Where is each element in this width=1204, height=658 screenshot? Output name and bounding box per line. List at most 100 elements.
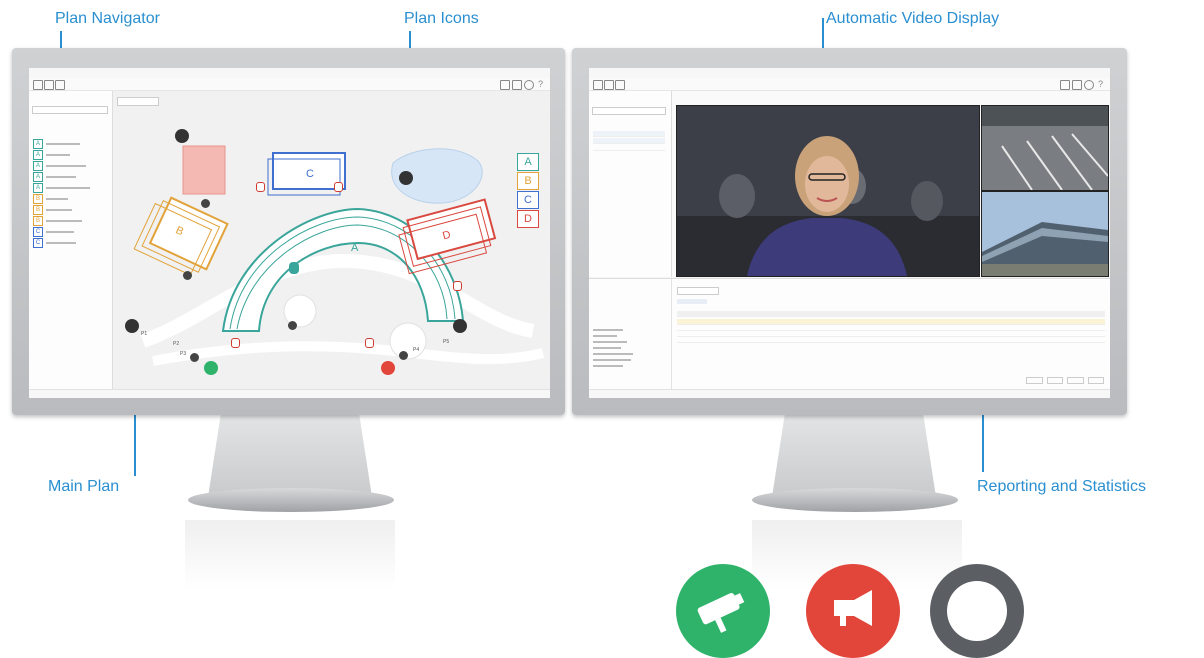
door-icon[interactable] (231, 338, 240, 348)
window-toolbar: ? (589, 78, 1110, 91)
status-bar (29, 389, 550, 398)
callout-automatic-video-display: Automatic Video Display (826, 10, 1000, 27)
camera-icon (676, 564, 770, 658)
svg-text:C: C (306, 168, 314, 180)
document-icon[interactable] (615, 80, 625, 90)
nav-badge: C (33, 226, 43, 237)
building-tag-d[interactable]: D (517, 210, 539, 228)
table-row[interactable] (677, 337, 1105, 343)
nav-item[interactable]: A (33, 138, 80, 149)
grid-icon[interactable] (500, 80, 510, 90)
building-tag-b[interactable]: B (517, 172, 539, 190)
sensor-icon[interactable] (399, 351, 408, 360)
door-icon[interactable] (365, 338, 374, 348)
callout-plan-icons: Plan Icons (404, 10, 479, 27)
nav-badge: B (33, 193, 43, 204)
svg-text:A: A (351, 242, 359, 254)
left-monitor-base (188, 488, 394, 512)
speech-bubble-icon (930, 564, 1024, 658)
nav-item[interactable]: A (33, 171, 76, 182)
video-frame-person (677, 106, 979, 276)
building-tag-a[interactable]: A (517, 153, 539, 171)
parking-label: P1 (141, 331, 148, 337)
camera-filter-input[interactable] (592, 107, 666, 115)
alarm-ok-icon[interactable] (204, 361, 218, 375)
nav-item[interactable]: B (33, 204, 72, 215)
door-icon[interactable] (334, 182, 343, 192)
left-stand-reflection (185, 520, 395, 590)
camera-icon[interactable] (125, 319, 139, 333)
nav-badge: A (33, 171, 43, 182)
nav-badge: A (33, 160, 43, 171)
table-header-row (677, 311, 1105, 317)
main-video-tile[interactable] (676, 105, 980, 277)
chart-icon[interactable] (44, 80, 54, 90)
settings-icon[interactable] (524, 80, 534, 90)
building-tag-c[interactable]: C (517, 191, 539, 209)
nav-badge: C (33, 237, 43, 248)
camera-tree-row[interactable] (593, 131, 665, 137)
nav-item[interactable]: A (33, 182, 90, 193)
camera-icon[interactable] (175, 129, 189, 143)
nav-item[interactable]: C (33, 226, 74, 237)
nav-item[interactable]: B (33, 215, 82, 226)
user-icon[interactable] (512, 80, 522, 90)
megaphone-glyph (834, 590, 872, 626)
callout-main-plan: Main Plan (48, 478, 120, 495)
camera-tree-row[interactable] (593, 145, 665, 151)
building-camera-tile[interactable] (981, 191, 1109, 277)
report-action-buttons[interactable] (1026, 377, 1104, 384)
door-icon[interactable] (256, 182, 265, 192)
parking-camera-tile[interactable] (981, 105, 1109, 191)
nav-badge: B (33, 204, 43, 215)
map-pin-icon[interactable] (33, 80, 43, 90)
callout-plan-navigator: Plan Navigator (55, 10, 160, 27)
door-icon[interactable] (453, 281, 462, 291)
report-filter-sidebar (589, 279, 672, 391)
camera-tree-row[interactable] (593, 138, 665, 144)
access-point-icon[interactable] (289, 262, 299, 274)
nav-item[interactable]: B (33, 193, 68, 204)
megaphone-icon (806, 564, 900, 658)
video-display-area (672, 91, 1110, 277)
window-toolbar: ? (29, 78, 550, 91)
map-pin-icon[interactable] (593, 80, 603, 90)
parking-label: P3 (180, 351, 187, 357)
main-plan-area[interactable]: A B C D P1 P2 P3 P4 P5 A B C D (113, 91, 550, 398)
nav-badge: B (33, 215, 43, 226)
reporting-panel (589, 278, 1110, 391)
sensor-icon[interactable] (288, 321, 297, 330)
help-icon[interactable]: ? (1098, 80, 1106, 89)
sensor-icon[interactable] (201, 199, 210, 208)
help-icon[interactable]: ? (538, 80, 546, 89)
camera-icon[interactable] (453, 319, 467, 333)
nav-item[interactable]: A (33, 160, 86, 171)
nav-badge: A (33, 182, 43, 193)
sensor-icon[interactable] (190, 353, 199, 362)
user-icon[interactable] (1072, 80, 1082, 90)
settings-icon[interactable] (1084, 80, 1094, 90)
chart-icon[interactable] (604, 80, 614, 90)
report-period-select[interactable] (677, 287, 719, 295)
left-monitor-neck (208, 412, 372, 497)
alarm-active-icon[interactable] (381, 361, 395, 375)
nav-item[interactable]: A (33, 149, 70, 160)
video-frame-parking (982, 106, 1108, 190)
parking-label: P4 (413, 347, 420, 353)
parking-label: P5 (443, 339, 450, 345)
plan-navigator-panel: A A A A A B B B C C (29, 91, 113, 398)
right-monitor: ? (572, 48, 1127, 415)
document-icon[interactable] (55, 80, 65, 90)
right-screen: ? (589, 68, 1110, 398)
left-monitor: ? A A A A A B B B C C A B C D P1 P2 P3 P… (12, 48, 565, 415)
report-section-header[interactable] (677, 299, 707, 304)
status-bar (589, 389, 1110, 398)
navigator-search-input[interactable] (32, 106, 108, 114)
callout-reporting-and-statistics: Reporting and Statistics (977, 478, 1146, 495)
nav-item[interactable]: C (33, 237, 76, 248)
camera-icon[interactable] (399, 171, 413, 185)
sensor-icon[interactable] (183, 271, 192, 280)
left-screen: ? A A A A A B B B C C A B C D P1 P2 P3 P… (29, 68, 550, 398)
camera-glyph (697, 593, 745, 633)
grid-icon[interactable] (1060, 80, 1070, 90)
